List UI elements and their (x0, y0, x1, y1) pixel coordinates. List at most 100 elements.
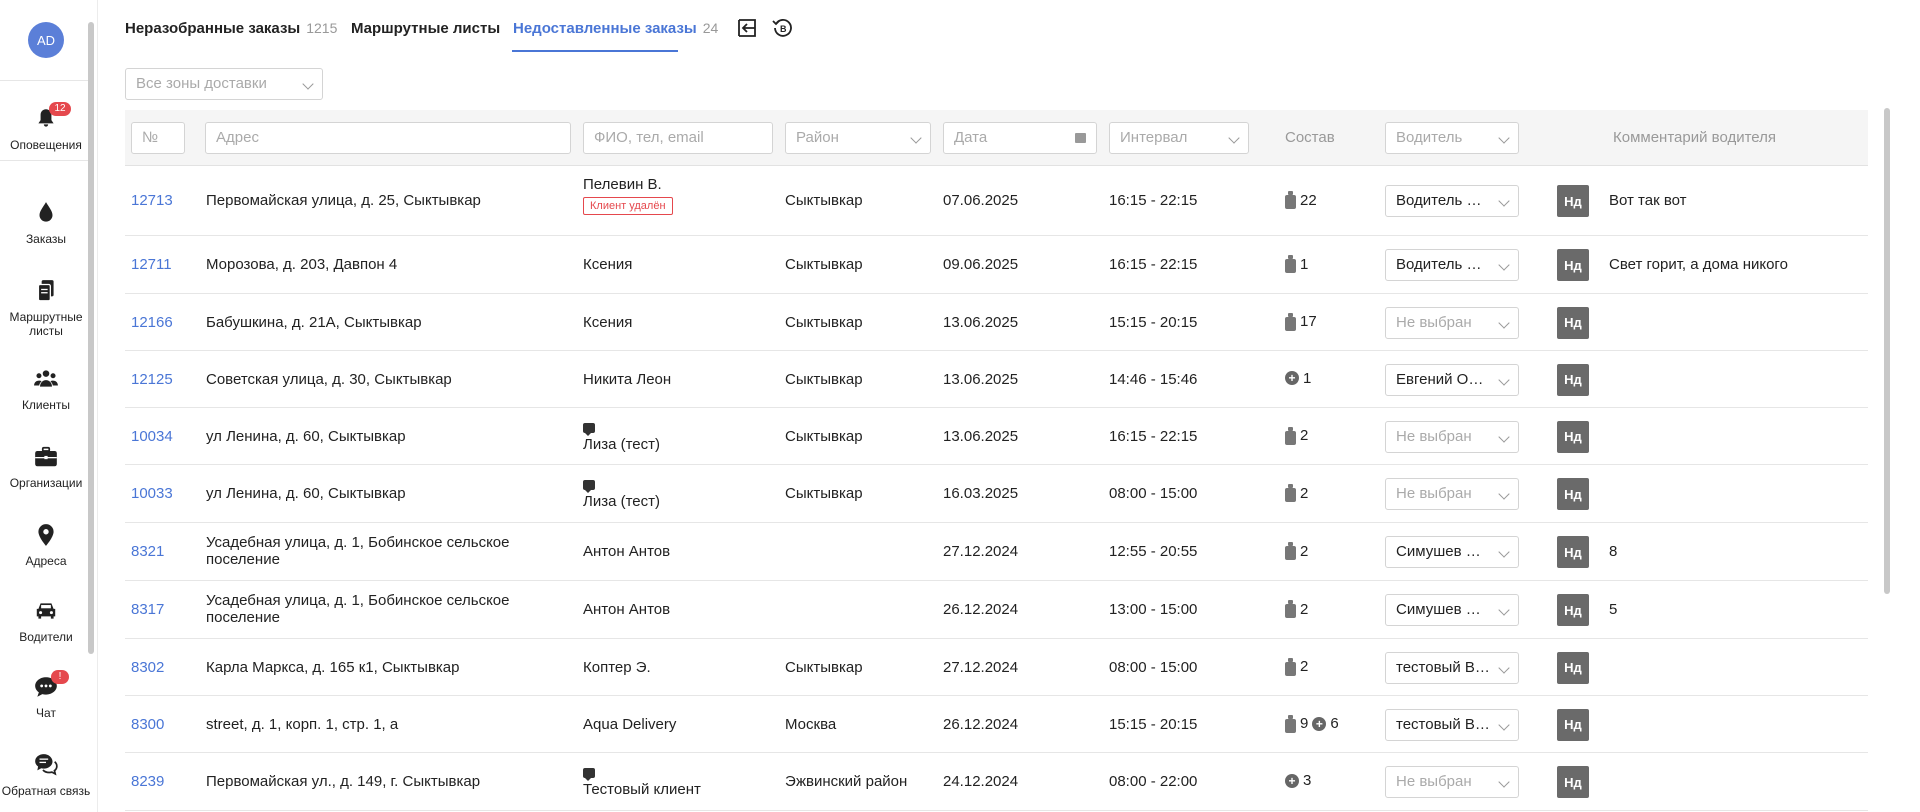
people-icon (33, 366, 59, 392)
table-row[interactable]: 12166 Бабушкина, д. 21А, Сыктывкар Ксения С… (125, 294, 1868, 351)
order-id-link[interactable]: 8302 (131, 659, 164, 676)
sidebar-item-drivers[interactable]: Водители (0, 598, 92, 644)
table-row[interactable]: 8317 Усадебная улица, д. 1, Бобинское сел… (125, 581, 1868, 639)
avatar[interactable]: AD (28, 22, 64, 58)
client-name[interactable]: Коптер Э. (583, 659, 651, 676)
sidebar-item-label: Чат (36, 706, 56, 720)
client-name[interactable]: Ксения (583, 314, 632, 331)
order-id-link[interactable]: 8239 (131, 773, 164, 790)
table-row[interactable]: 8321 Усадебная улица, д. 1, Бобинское сел… (125, 523, 1868, 581)
not-delivered-button[interactable]: Нд (1557, 306, 1589, 339)
export-icon[interactable] (735, 16, 759, 40)
driver-select[interactable]: Симушев Алексей (1385, 594, 1519, 626)
sidebar-item-route-sheets[interactable]: Маршрутные листы (0, 278, 92, 338)
client-name[interactable]: Антон Антов (583, 543, 670, 560)
driver-select[interactable]: Не выбран (1385, 478, 1519, 510)
table-header: № Адрес ФИО, тел, email Район Дата Интер… (125, 110, 1868, 166)
driver-select[interactable]: тестовый Водитель (1385, 651, 1519, 684)
tab-unsorted-orders[interactable]: Неразобранные заказы 1215 (125, 20, 337, 37)
table-row[interactable]: 8302 Карла Маркса, д. 165 к1, Сыктывкар Ко… (125, 639, 1868, 696)
client-name[interactable]: Ксения (583, 256, 632, 273)
client-name[interactable]: Лиза (тест) (583, 493, 660, 510)
bottle-icon (1285, 600, 1296, 618)
filter-address-input[interactable]: Адрес (205, 122, 571, 154)
filter-client-input[interactable]: ФИО, тел, email (583, 122, 773, 154)
client-cell: Aqua Delivery (583, 716, 676, 733)
sidebar-item-chat[interactable]: ! Чат (0, 670, 92, 720)
order-date: 27.12.2024 (943, 543, 1019, 560)
filter-label: Интервал (1120, 129, 1188, 146)
filter-date-input[interactable]: Дата (943, 122, 1097, 154)
table-row[interactable]: 12713 Первомайская улица, д. 25, Сыктывка… (125, 166, 1868, 236)
sidebar-item-orders[interactable]: Заказы (0, 200, 92, 246)
sidebar-item-clients[interactable]: Клиенты (0, 366, 92, 412)
sidebar-item-addresses[interactable]: Адреса (0, 522, 92, 568)
order-id-link[interactable]: 8321 (131, 543, 164, 560)
order-composition: 9 +6 (1285, 714, 1339, 733)
driver-select-value: Водитель для тестов (1396, 192, 1490, 209)
not-delivered-button[interactable]: Нд (1557, 594, 1589, 626)
not-delivered-button[interactable]: Нд (1557, 185, 1589, 217)
not-delivered-button[interactable]: Нд (1557, 363, 1589, 396)
driver-select[interactable]: Не выбран (1385, 306, 1519, 339)
client-name[interactable]: Никита Леон (583, 371, 671, 388)
client-cell: Лиза (тест) (583, 480, 660, 510)
order-district: Сыктывкар (785, 256, 863, 273)
chevron-down-icon (1498, 316, 1510, 329)
driver-select[interactable]: тестовый Водитель (1385, 708, 1519, 741)
client-cell: Ксения (583, 256, 632, 273)
not-delivered-button[interactable]: Нд (1557, 420, 1589, 453)
table-row[interactable]: 12125 Советская улица, д. 30, Сыктывкар Ни… (125, 351, 1868, 408)
driver-select-value: Не выбран (1396, 485, 1472, 502)
table-row[interactable]: 8239 Первомайская ул., д. 149, г. Сыктывк… (125, 753, 1868, 811)
sidebar-item-notifications[interactable]: 12 Оповещения (0, 102, 92, 152)
filter-district-select[interactable]: Район (785, 122, 931, 154)
table-row[interactable]: 8300 street, д. 1, корп. 1, стр. 1, а Aqua… (125, 696, 1868, 753)
order-id-link[interactable]: 10034 (131, 428, 173, 445)
order-id-link[interactable]: 12166 (131, 314, 173, 331)
order-composition: 2 (1285, 426, 1308, 445)
driver-select[interactable]: Не выбран (1385, 420, 1519, 453)
history-icon[interactable]: В (771, 16, 795, 40)
not-delivered-button[interactable]: Нд (1557, 249, 1589, 281)
filter-number-input[interactable]: № (131, 122, 185, 154)
order-id-link[interactable]: 8300 (131, 716, 164, 733)
main-scrollbar[interactable] (1884, 108, 1890, 594)
driver-select[interactable]: Водитель для тестов (1385, 185, 1519, 217)
chevron-down-icon (1498, 373, 1510, 386)
order-id-link[interactable]: 8317 (131, 601, 164, 618)
order-id-link[interactable]: 12125 (131, 371, 173, 388)
not-delivered-button[interactable]: Нд (1557, 766, 1589, 798)
order-id-link[interactable]: 12711 (131, 256, 172, 273)
not-delivered-button[interactable]: Нд (1557, 708, 1589, 741)
driver-select[interactable]: Не выбран (1385, 766, 1519, 798)
delivery-zone-select[interactable]: Все зоны доставки (125, 68, 323, 100)
client-name[interactable]: Лиза (тест) (583, 436, 660, 453)
sidebar-scrollbar[interactable] (88, 22, 94, 654)
chevron-down-icon (1498, 604, 1510, 616)
client-name[interactable]: Пелевин В. (583, 176, 673, 193)
not-delivered-button[interactable]: Нд (1557, 536, 1589, 568)
sidebar-item-organizations[interactable]: Организации (0, 444, 92, 490)
client-name[interactable]: Антон Антов (583, 601, 670, 618)
client-name[interactable]: Aqua Delivery (583, 716, 676, 733)
sidebar: AD 12 Оповещения Заказы Маршрутные листы… (0, 0, 98, 812)
bottle-icon (1285, 426, 1296, 445)
table-row[interactable]: 12711 Морозова, д. 203, Давпон 4 Ксения Сык… (125, 236, 1868, 294)
sidebar-item-feedback[interactable]: Обратная связь (0, 752, 92, 798)
driver-select[interactable]: Симушев Алексей (1385, 536, 1519, 568)
not-delivered-button[interactable]: Нд (1557, 651, 1589, 684)
table-row[interactable]: 10034 ул Ленина, д. 60, Сыктывкар Лиза (те… (125, 408, 1868, 465)
driver-select[interactable]: Водитель для тестов (1385, 249, 1519, 281)
order-id-link[interactable]: 12713 (131, 192, 173, 209)
driver-select[interactable]: Евгений Овчинников (1385, 363, 1519, 396)
not-delivered-button[interactable]: Нд (1557, 478, 1589, 510)
filter-interval-select[interactable]: Интервал (1109, 122, 1249, 154)
filter-driver-select[interactable]: Водитель (1385, 122, 1519, 154)
client-name[interactable]: Тестовый клиент (583, 781, 701, 798)
column-header-driver-comment: Комментарий водителя (1613, 129, 1777, 146)
table-row[interactable]: 10033 ул Ленина, д. 60, Сыктывкар Лиза (те… (125, 465, 1868, 523)
tab-route-sheets[interactable]: Маршрутные листы (351, 20, 500, 37)
order-id-link[interactable]: 10033 (131, 485, 173, 502)
tab-undelivered-orders[interactable]: Недоставленные заказы 24 (513, 20, 718, 37)
